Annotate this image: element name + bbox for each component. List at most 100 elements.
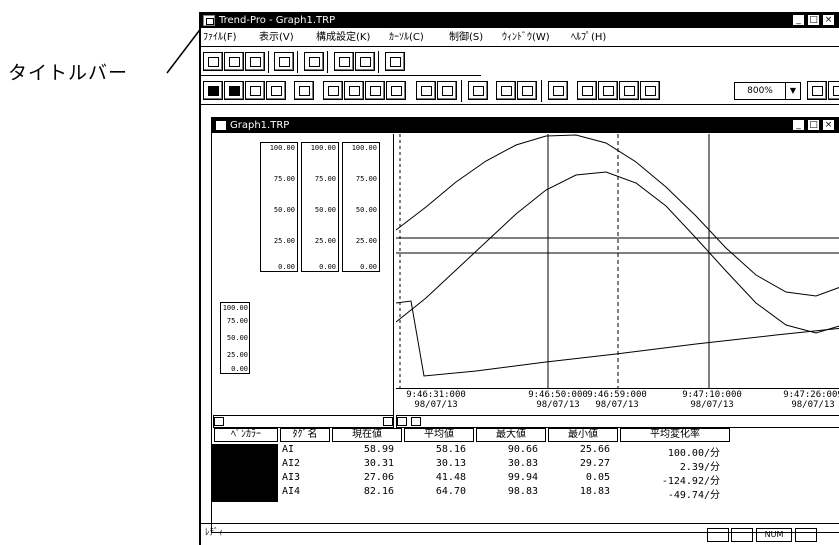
scroll-left-arrow-icon[interactable]: [214, 417, 224, 426]
anchor-button[interactable]: [496, 81, 516, 100]
toolbar-graph: 800% ▼: [201, 77, 839, 105]
close-button[interactable]: ×: [822, 14, 835, 26]
menu-control[interactable]: 制御(S): [449, 29, 483, 47]
layout-button-2[interactable]: [344, 81, 364, 100]
layout-icon: [328, 86, 339, 96]
scroll-left-button[interactable]: [416, 81, 436, 100]
scroll-left-arrow-icon[interactable]: [397, 417, 407, 426]
child-title-bar[interactable]: Graph1.TRP _ □ ×: [212, 118, 839, 133]
child-maximize-button[interactable]: □: [807, 119, 820, 131]
table-row[interactable]: AI 58.99 58.16 90.66 25.66 100.00/分: [212, 444, 839, 459]
zoom-in-icon: [812, 86, 823, 96]
window-icon: [603, 86, 614, 96]
chevron-down-icon[interactable]: ▼: [785, 82, 801, 100]
zoom-out-button[interactable]: [828, 81, 839, 100]
table-row[interactable]: AI2 30.31 30.13 30.83 29.27 2.39/分: [212, 458, 839, 473]
scroll-thumb[interactable]: [411, 417, 421, 426]
menu-cursor[interactable]: ｶｰｿﾙ(C): [389, 29, 424, 47]
layout-button-3[interactable]: [365, 81, 385, 100]
layout-button-4[interactable]: [386, 81, 406, 100]
layout-icon: [391, 86, 402, 96]
open-folder-icon: [229, 57, 240, 67]
table-row[interactable]: AI4 82.16 64.70 98.83 18.83 -49.74/分: [212, 486, 839, 501]
trend-graph[interactable]: [396, 134, 839, 389]
erase-tool-button[interactable]: [266, 81, 286, 100]
scale-ai3: 100.00 75.00 50.00 25.00 0.00: [342, 142, 380, 272]
window-button-4[interactable]: [640, 81, 660, 100]
properties-icon: [309, 57, 320, 67]
anchor-icon: [501, 86, 512, 96]
header-pen-color[interactable]: ﾍﾟﾝｶﾗｰ: [214, 428, 278, 442]
save-button[interactable]: [245, 52, 265, 71]
toolbar-separator: [297, 51, 299, 73]
app-icon[interactable]: [203, 15, 215, 26]
menu-config[interactable]: 構成設定(K): [316, 29, 370, 47]
eraser-icon: [271, 86, 282, 96]
menu-window[interactable]: ｳｨﾝﾄﾞｳ(W): [502, 29, 550, 47]
copy-screen-icon: [390, 57, 401, 67]
title-bar[interactable]: Trend-Pro - Graph1.TRP _ □ ×: [201, 13, 839, 28]
print-setup-button[interactable]: [274, 52, 294, 71]
toolbar-separator: [268, 51, 270, 73]
save-icon: [250, 57, 261, 67]
zoom-select[interactable]: 800%: [734, 82, 786, 100]
scale-scrollbar[interactable]: [213, 415, 394, 428]
monitor-button[interactable]: [468, 81, 488, 100]
print-preview-button[interactable]: [355, 52, 375, 71]
print-button[interactable]: [334, 52, 354, 71]
time-label: 9:46:31:000 98/07/13: [406, 390, 466, 410]
layout-button-1[interactable]: [323, 81, 343, 100]
time-label: 9:47:26:009 98/07/13: [783, 390, 839, 410]
header-tag[interactable]: ﾀｸﾞ名: [280, 428, 330, 442]
graph-scrollbar[interactable]: [396, 415, 839, 428]
open-button[interactable]: [224, 52, 244, 71]
header-current[interactable]: 現在値: [332, 428, 402, 442]
copy-screen-button[interactable]: [385, 52, 405, 71]
child-minimize-button[interactable]: _: [792, 119, 805, 131]
graph-child-window: Graph1.TRP _ □ × 100.00 75.00 50.00 25.00 0.…: [211, 117, 839, 533]
window-button-1[interactable]: [577, 81, 597, 100]
draw-tool-button[interactable]: [245, 81, 265, 100]
child-close-button[interactable]: ×: [822, 119, 835, 131]
scroll-right-icon: [442, 86, 453, 96]
menu-bar: ﾌｧｲﾙ(F) 表示(V) 構成設定(K) ｶｰｿﾙ(C) 制御(S) ｳｨﾝﾄ…: [201, 29, 839, 47]
monitor-icon: [473, 86, 484, 96]
grid-button[interactable]: [294, 81, 314, 100]
menu-help[interactable]: ﾍﾙﾌﾟ(H): [571, 29, 606, 47]
new-button[interactable]: [203, 52, 223, 71]
scale-ai: 100.00 75.00 50.00 25.00 0.00: [260, 142, 298, 272]
header-rate[interactable]: 平均変化率: [620, 428, 730, 442]
printer-icon: [339, 57, 350, 67]
scroll-right-button[interactable]: [437, 81, 457, 100]
pen-icon: [208, 86, 219, 96]
data-table: ﾍﾟﾝｶﾗｰ ﾀｸﾞ名 現在値 平均値 最大値 最小値 平均変化率 AI 58.…: [212, 428, 839, 532]
zoom-in-button[interactable]: [807, 81, 827, 100]
toolbar-separator: [327, 51, 329, 73]
minimize-button[interactable]: _: [792, 14, 805, 26]
header-max[interactable]: 最大値: [476, 428, 546, 442]
printer-setup-icon: [279, 57, 290, 67]
edit-tool-button[interactable]: [224, 81, 244, 100]
status-text: ﾚﾃﾞｨ: [205, 528, 224, 538]
time-label: 9:47:10:000 98/07/13: [682, 390, 742, 410]
window-button-2[interactable]: [598, 81, 618, 100]
cursor-button[interactable]: [517, 81, 537, 100]
print-preview-icon: [360, 57, 371, 67]
header-min[interactable]: 最小値: [548, 428, 618, 442]
window-button-3[interactable]: [619, 81, 639, 100]
window-icon: [582, 86, 593, 96]
report-button[interactable]: [548, 81, 568, 100]
pen-tool-button[interactable]: [203, 81, 223, 100]
scale-ai2: 100.00 75.00 50.00 25.00 0.00: [301, 142, 339, 272]
table-row[interactable]: AI3 27.06 41.48 99.94 0.05 -124.92/分: [212, 472, 839, 487]
menu-file[interactable]: ﾌｧｲﾙ(F): [203, 29, 237, 47]
status-indicator: [707, 528, 729, 542]
window-icon: [645, 86, 656, 96]
header-avg[interactable]: 平均値: [404, 428, 474, 442]
maximize-button[interactable]: □: [807, 14, 820, 26]
scroll-right-arrow-icon[interactable]: [383, 417, 393, 426]
cursor-icon: [522, 86, 533, 96]
menu-view[interactable]: 表示(V): [259, 29, 294, 47]
properties-button[interactable]: [304, 52, 324, 71]
title-bar-callout: タイトルバー: [8, 62, 129, 84]
